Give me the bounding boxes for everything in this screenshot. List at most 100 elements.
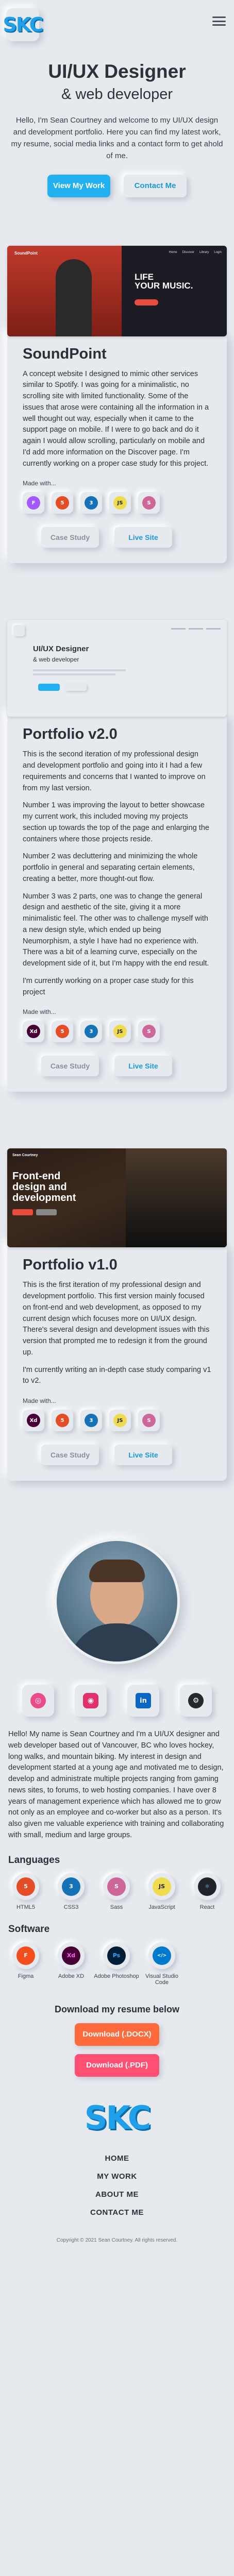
skill-label: Visual Studio Code bbox=[145, 1973, 178, 1986]
photoshop-icon: Ps bbox=[103, 1942, 130, 1969]
hamburger-menu-icon[interactable] bbox=[210, 13, 228, 29]
software-list: F Figma Xd Adobe XD Ps Adobe Photoshop </> V… bbox=[3, 1942, 231, 1986]
project-description: This is the second iteration of my profe… bbox=[23, 750, 206, 792]
project-title: Portfolio v2.0 bbox=[23, 726, 118, 743]
skill-label: CSS3 bbox=[63, 1904, 79, 1910]
project-description: I'm currently writing an in-depth case s… bbox=[23, 1365, 211, 1385]
skill-label: JavaScript bbox=[148, 1904, 175, 1910]
download-pdf-button[interactable]: Download (.PDF) bbox=[75, 2054, 159, 2077]
shot-menu-item: Library bbox=[199, 250, 209, 254]
skill-figma: F Figma bbox=[3, 1942, 48, 1986]
about-section: ◎ ◉ in ⚙ Hello! My name is Sean Courtney… bbox=[0, 1538, 234, 1986]
shot-subtitle: & web developer bbox=[33, 656, 79, 664]
project-soundpoint: SoundPoint Home Discover Library Login L… bbox=[7, 245, 227, 564]
made-with-label: Made with... bbox=[23, 480, 56, 487]
skill-javascript: JS JavaScript bbox=[139, 1873, 185, 1910]
shot-headline: LIFE YOUR MUSIC. bbox=[135, 272, 193, 291]
shot-menu-item: Login bbox=[214, 250, 222, 254]
live-site-button[interactable]: Live Site bbox=[114, 1056, 172, 1077]
adobe-xd-icon: Xd bbox=[23, 1021, 44, 1043]
download-docx-button[interactable]: Download (.DOCX) bbox=[75, 2023, 159, 2046]
sass-icon: S bbox=[138, 1410, 160, 1432]
site-logo[interactable]: SKC bbox=[3, 8, 44, 41]
skill-photoshop: Ps Adobe Photoshop bbox=[94, 1942, 139, 1986]
software-title: Software bbox=[8, 1923, 50, 1935]
project-portfolio-v2: UI/UX Designer & web developer Portfolio… bbox=[7, 620, 227, 1092]
project-card: Portfolio v1.0 This is the first iterati… bbox=[7, 1243, 227, 1481]
view-my-work-button[interactable]: View My Work bbox=[47, 174, 110, 197]
css3-icon: 3 bbox=[80, 492, 102, 514]
site-footer: SKC HOME MY WORK ABOUT ME CONTACT ME Cop… bbox=[0, 2097, 234, 2250]
javascript-icon: JS bbox=[109, 1021, 131, 1043]
project-description: A concept website I designed to mimic ot… bbox=[23, 369, 209, 468]
case-study-button[interactable]: Case Study bbox=[41, 1445, 99, 1466]
css3-icon: 3 bbox=[58, 1873, 85, 1900]
case-study-button[interactable]: Case Study bbox=[41, 527, 99, 548]
footer-nav-my-work[interactable]: MY WORK bbox=[97, 2172, 137, 2181]
css3-icon: 3 bbox=[80, 1021, 102, 1043]
html5-icon: 5 bbox=[52, 1410, 73, 1432]
project-description: Number 1 was improving the layout to bet… bbox=[23, 801, 209, 843]
skill-label: Figma bbox=[18, 1973, 34, 1979]
project-screenshot[interactable]: UI/UX Designer & web developer bbox=[7, 620, 227, 717]
copyright: Copyright © 2021 Sean Courtney. All righ… bbox=[56, 2237, 178, 2243]
resume-title: Download my resume below bbox=[54, 2004, 180, 2014]
figma-icon: F bbox=[12, 1942, 39, 1969]
github-icon[interactable]: ⚙ bbox=[180, 1685, 212, 1717]
skill-adobe-xd: Xd Adobe XD bbox=[48, 1942, 94, 1986]
resume-section: Download my resume below Download (.DOCX… bbox=[0, 2004, 234, 2077]
live-site-button[interactable]: Live Site bbox=[114, 1445, 172, 1466]
avatar bbox=[54, 1538, 180, 1665]
hero-intro: Hello, I'm Sean Courtney and welcome to … bbox=[11, 115, 223, 161]
skill-html5: 5 HTML5 bbox=[3, 1873, 48, 1910]
skill-label: HTML5 bbox=[16, 1904, 36, 1910]
project-description: This is the first iteration of my profes… bbox=[23, 1281, 210, 1357]
project-screenshot[interactable]: SoundPoint Home Discover Library Login L… bbox=[7, 245, 227, 336]
skill-react: ⚛ React bbox=[185, 1873, 230, 1910]
project-portfolio-v1: Sean Courtney Front-end design and devel… bbox=[7, 1148, 227, 1481]
footer-logo[interactable]: SKC bbox=[85, 2097, 151, 2139]
skill-label: Adobe Photoshop bbox=[94, 1973, 139, 1979]
hero-title: UI/UX Designer bbox=[48, 61, 186, 82]
instagram-icon[interactable]: ◉ bbox=[75, 1685, 107, 1717]
shot-menu-item: Discover bbox=[182, 250, 194, 254]
adobe-xd-icon: Xd bbox=[58, 1942, 85, 1969]
footer-nav-home[interactable]: HOME bbox=[105, 2154, 129, 2163]
footer-nav: HOME MY WORK ABOUT ME CONTACT ME bbox=[0, 2154, 234, 2217]
skill-label: Sass bbox=[110, 1904, 123, 1910]
project-card: SoundPoint A concept website I designed … bbox=[7, 332, 227, 564]
hero-subtitle: & web developer bbox=[61, 86, 173, 103]
javascript-icon: JS bbox=[148, 1873, 175, 1900]
about-text: Hello! My name is Sean Courtney and I'm … bbox=[8, 1730, 224, 1839]
html5-icon: 5 bbox=[52, 1021, 73, 1043]
footer-logo-text: SKC bbox=[84, 2099, 151, 2137]
skill-sass: S Sass bbox=[94, 1873, 139, 1910]
skill-vscode: </> Visual Studio Code bbox=[139, 1942, 185, 1986]
project-screenshot[interactable]: Sean Courtney Front-end design and devel… bbox=[7, 1148, 227, 1248]
linkedin-icon[interactable]: in bbox=[127, 1685, 159, 1717]
skill-css3: 3 CSS3 bbox=[48, 1873, 94, 1910]
javascript-icon: JS bbox=[109, 492, 131, 514]
shot-title: UI/UX Designer bbox=[33, 645, 89, 654]
sass-icon: S bbox=[138, 1021, 160, 1043]
live-site-button[interactable]: Live Site bbox=[114, 527, 172, 548]
sass-icon: S bbox=[138, 492, 160, 514]
made-with-label: Made with... bbox=[23, 1008, 56, 1016]
project-description: Number 2 was decluttering and minimizing… bbox=[23, 852, 198, 883]
shot-menu-item: Home bbox=[169, 250, 177, 254]
site-header: SKC bbox=[0, 0, 234, 61]
hero-section: UI/UX Designer & web developer Hello, I'… bbox=[0, 61, 234, 197]
contact-me-button[interactable]: Contact Me bbox=[124, 174, 187, 197]
skill-label: Adobe XD bbox=[58, 1973, 85, 1979]
footer-nav-about-me[interactable]: ABOUT ME bbox=[95, 2190, 139, 2199]
vscode-icon: </> bbox=[148, 1942, 175, 1969]
logo-text: SKC bbox=[3, 13, 44, 36]
dribbble-icon[interactable]: ◎ bbox=[22, 1685, 54, 1717]
shot-headline: Front-end design and development bbox=[12, 1171, 76, 1204]
sass-icon: S bbox=[103, 1873, 130, 1900]
project-description: Number 3 was 2 parts, one was to change … bbox=[23, 892, 209, 968]
case-study-button[interactable]: Case Study bbox=[41, 1056, 99, 1077]
figma-icon: F bbox=[23, 492, 44, 514]
footer-nav-contact-me[interactable]: CONTACT ME bbox=[90, 2208, 144, 2217]
html5-icon: 5 bbox=[12, 1873, 39, 1900]
